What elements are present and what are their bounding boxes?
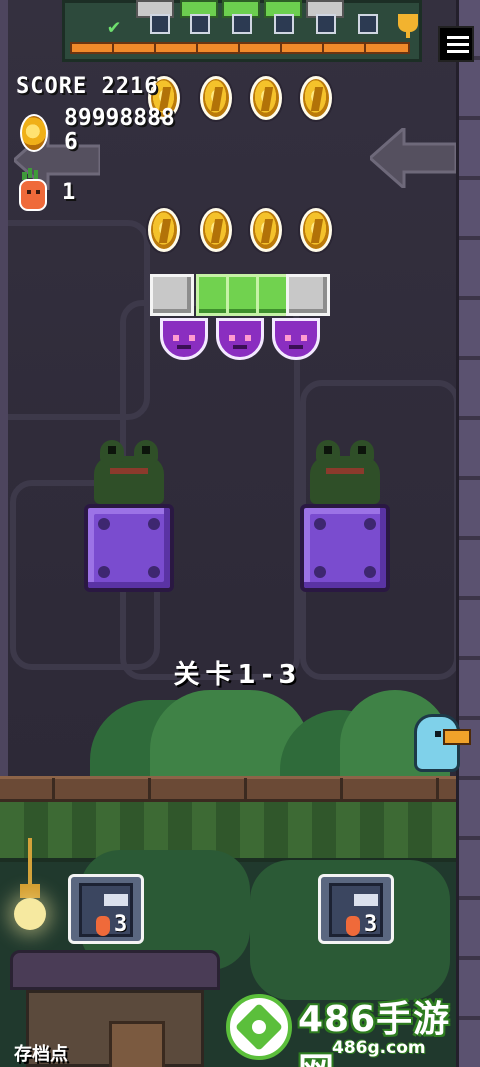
- save-point-label: 存档点: [14, 1044, 68, 1065]
- arrow-left-icon: [370, 128, 456, 188]
- ground-platform: [0, 776, 456, 802]
- coin-icon: [300, 208, 332, 252]
- carrot-icon: [346, 916, 360, 936]
- watermark: 486手游网 486g.com: [226, 990, 480, 1067]
- save-disk-icon: 3: [79, 883, 133, 937]
- save-disk-icon: [274, 14, 294, 34]
- bird-player: [414, 714, 471, 772]
- level-title: 关卡1-3: [173, 660, 303, 690]
- purple-block: [300, 504, 390, 592]
- coin-icon: [20, 114, 48, 152]
- coin-counter: 89998888 6: [64, 106, 175, 154]
- coin-icon: [200, 76, 232, 120]
- right-wall: [456, 0, 480, 1067]
- coin-icon: [250, 208, 282, 252]
- stone-block: [150, 274, 194, 316]
- menu-icon: [447, 36, 469, 39]
- game-scene: ✔ SCORE 2216 89998888 6 1 关卡1-3 3 3 存档点 …: [0, 0, 480, 1067]
- save-disk-icon: [190, 14, 210, 34]
- purple-block: [84, 504, 174, 592]
- save-disk-icon: 3: [329, 883, 383, 937]
- coin-icon: [200, 208, 232, 252]
- watermark-url: 486g.com: [332, 1038, 426, 1058]
- coin-icon: [300, 76, 332, 120]
- coin-icon: [148, 208, 180, 252]
- save-disk-icon: [316, 14, 336, 34]
- stone-block: [286, 274, 330, 316]
- frog-enemy: [310, 440, 380, 504]
- score-label: SCORE 2216: [16, 74, 159, 99]
- coin-icon: [250, 76, 282, 120]
- checkpoint-save[interactable]: 3: [318, 874, 394, 944]
- checkpoint-cost: 3: [114, 912, 128, 937]
- level-progress-bar: [70, 42, 410, 54]
- frog-enemy: [94, 440, 164, 504]
- carrot-icon: [19, 168, 47, 211]
- carrot-count: 1: [62, 180, 76, 205]
- grass-row: [0, 802, 456, 862]
- coin-count-secondary: 6: [64, 129, 78, 155]
- coin-count: 89998888: [64, 105, 175, 131]
- trophy-icon: [398, 14, 418, 38]
- save-disk-icon: [232, 14, 252, 34]
- watermark-logo-icon: [226, 994, 292, 1060]
- eggplant-enemy: [272, 318, 320, 360]
- checkpoint-save[interactable]: 3: [68, 874, 144, 944]
- check-icon: ✔: [108, 14, 121, 38]
- save-disk-icon: [150, 14, 170, 34]
- save-disk-icon: [358, 14, 378, 34]
- checkpoint-cost: 3: [364, 912, 378, 937]
- lantern: [12, 838, 48, 932]
- carrot-icon: [96, 916, 110, 936]
- menu-button[interactable]: [438, 26, 474, 62]
